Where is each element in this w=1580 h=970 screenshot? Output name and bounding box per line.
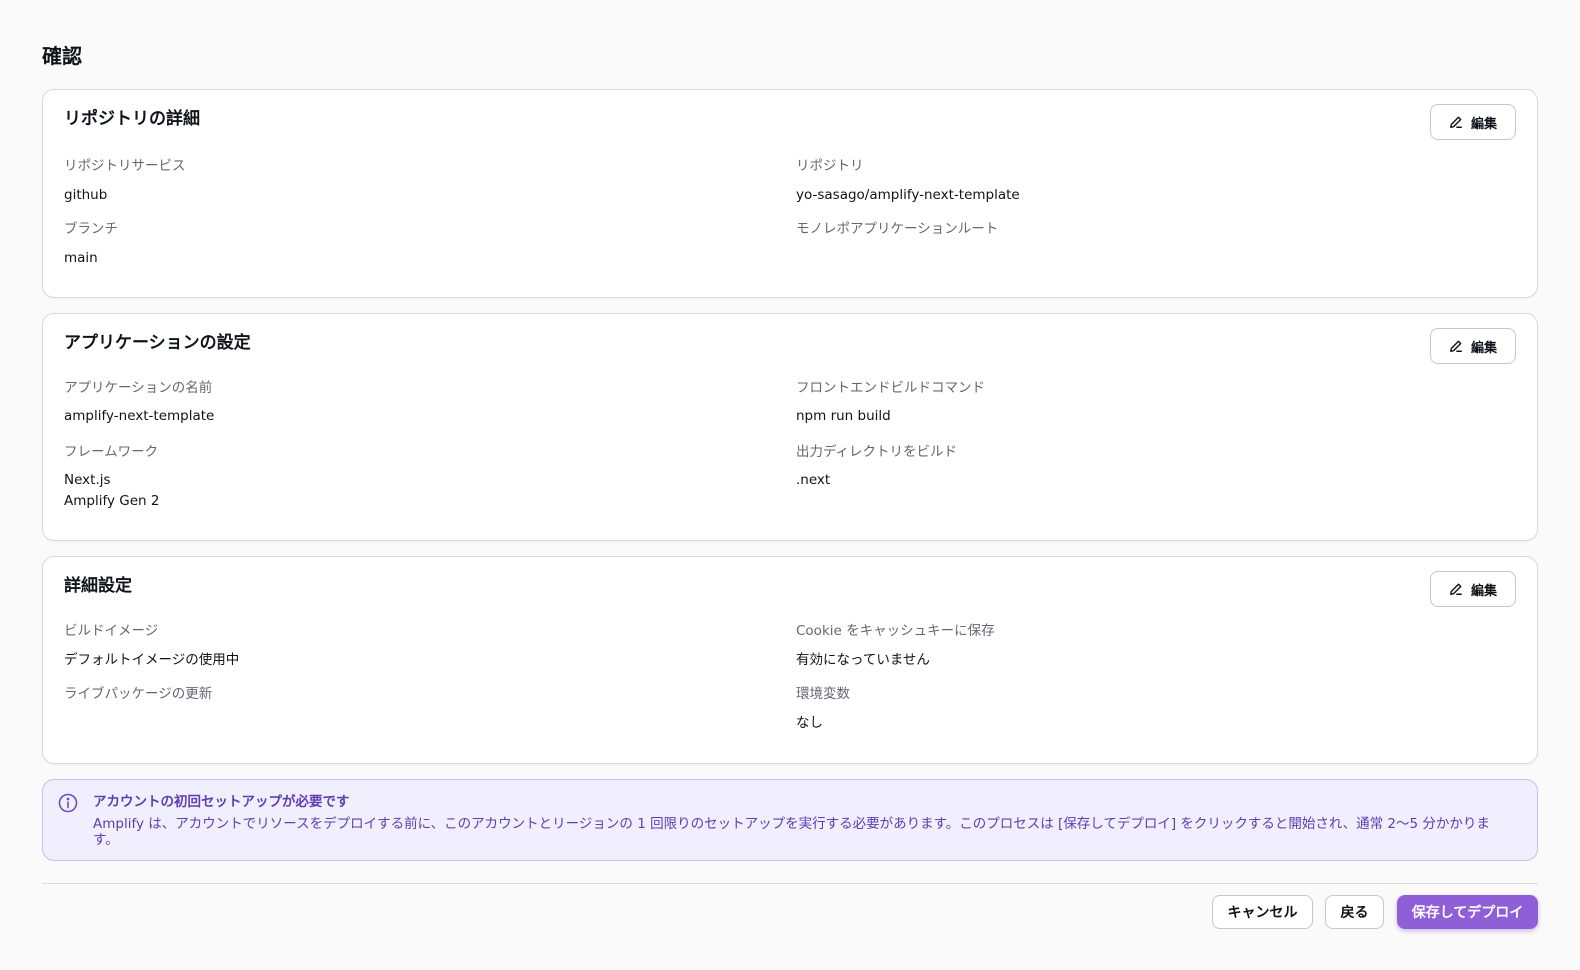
application-settings-card: アプリケーションの設定 編集 アプリケーションの名前 amplify-next-… <box>42 313 1538 541</box>
branch-label: ブランチ <box>64 221 118 237</box>
repository-service-label: リポジトリサービス <box>64 158 186 174</box>
alert-title: アカウントの初回セットアップが必要です <box>93 794 350 810</box>
live-package-label: ライブパッケージの更新 <box>64 686 213 702</box>
cookie-cache-label: Cookie をキャッシュキーに保存 <box>796 623 995 639</box>
environment-variables-value: なし <box>796 715 823 731</box>
save-and-deploy-button[interactable]: 保存してデプロイ <box>1397 895 1538 929</box>
repository-details-card: リポジトリの詳細 編集 リポジトリサービス github リポジトリ yo-sa… <box>42 89 1538 298</box>
alert-body: Amplify は、アカウントでリソースをデプロイする前に、このアカウントとリー… <box>93 816 1490 848</box>
pencil-icon <box>1450 116 1462 128</box>
repository-value: yo-sasago/amplify-next-template <box>796 187 1020 203</box>
edit-button-label: 編集 <box>1470 583 1497 599</box>
app-name-value: amplify-next-template <box>64 408 215 424</box>
framework-value: Next.js <box>64 472 111 488</box>
edit-button-label: 編集 <box>1470 116 1497 132</box>
advanced-settings-card: 詳細設定 編集 ビルドイメージ デフォルトイメージの使用中 Cookie をキャ… <box>42 556 1538 764</box>
account-setup-alert: アカウントの初回セットアップが必要です Amplify は、アカウントでリソース… <box>42 779 1538 861</box>
edit-application-button[interactable]: 編集 <box>1430 328 1516 364</box>
output-directory-value: .next <box>796 472 831 488</box>
cancel-button[interactable]: キャンセル <box>1212 895 1313 929</box>
info-icon <box>58 793 78 813</box>
pencil-icon <box>1450 340 1462 352</box>
card-title: 詳細設定 <box>64 576 132 596</box>
footer-divider <box>42 883 1538 884</box>
back-button[interactable]: 戻る <box>1325 895 1384 929</box>
output-directory-label: 出力ディレクトリをビルド <box>796 444 958 460</box>
monorepo-root-label: モノレポアプリケーションルート <box>796 221 999 237</box>
environment-variables-label: 環境変数 <box>796 686 850 702</box>
edit-advanced-button[interactable]: 編集 <box>1430 571 1516 607</box>
build-image-value: デフォルトイメージの使用中 <box>64 652 240 668</box>
page-title: 確認 <box>42 44 82 68</box>
pencil-icon <box>1450 583 1462 595</box>
framework-label: フレームワーク <box>64 444 159 460</box>
cookie-cache-value: 有効になっていません <box>796 652 930 668</box>
build-command-label: フロントエンドビルドコマンド <box>796 380 985 396</box>
branch-value: main <box>64 250 98 266</box>
repository-label: リポジトリ <box>796 158 864 174</box>
edit-button-label: 編集 <box>1470 340 1497 356</box>
card-title: アプリケーションの設定 <box>64 333 251 353</box>
edit-repository-button[interactable]: 編集 <box>1430 104 1516 140</box>
build-command-value: npm run build <box>796 408 891 424</box>
repository-service-value: github <box>64 187 108 203</box>
build-image-label: ビルドイメージ <box>64 623 159 639</box>
app-name-label: アプリケーションの名前 <box>64 380 213 396</box>
framework-value-secondary: Amplify Gen 2 <box>64 493 160 509</box>
card-title: リポジトリの詳細 <box>64 109 200 129</box>
